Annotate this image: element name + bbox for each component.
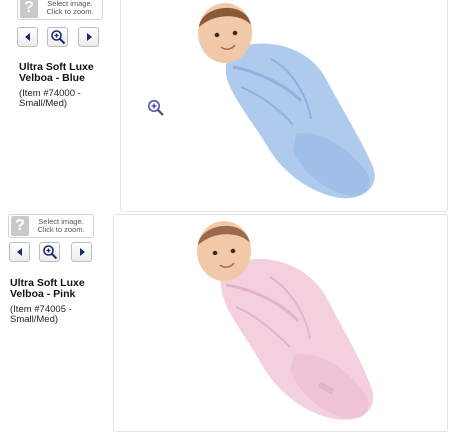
product-photo-blue[interactable] — [120, 0, 448, 212]
zoom-overlay-icon[interactable] — [147, 99, 165, 117]
zoom-button[interactable] — [47, 27, 68, 47]
product-item-number: (Item #74005 - Small/Med) — [10, 304, 72, 325]
hint-line-2: Click to zoom. — [46, 7, 94, 16]
magnifier-plus-icon — [50, 30, 65, 45]
prev-image-button[interactable] — [9, 242, 30, 262]
zoom-button[interactable] — [39, 242, 60, 262]
select-image-hint[interactable]: ? Select image. Click to zoom. — [17, 0, 103, 20]
product-item-number: (Item #74000 - Small/Med) — [19, 88, 81, 109]
next-image-button[interactable] — [78, 27, 99, 47]
product-photo-pink[interactable] — [113, 214, 448, 432]
arrow-right-icon — [79, 248, 85, 256]
question-mark-icon: ? — [20, 0, 38, 18]
arrow-left-icon — [24, 33, 30, 41]
product-title: Ultra Soft Luxe Velboa - Blue — [19, 61, 94, 84]
prev-image-button[interactable] — [17, 27, 38, 47]
product-blue: ? Select image. Click to zoom. Ultra Sof… — [0, 0, 450, 214]
next-image-button[interactable] — [71, 242, 92, 262]
arrow-left-icon — [16, 248, 22, 256]
magnifier-plus-icon — [42, 245, 57, 260]
baby-swaddle-image — [197, 221, 374, 420]
hint-line-2: Click to zoom. — [37, 225, 85, 234]
question-mark-icon: ? — [11, 216, 29, 236]
arrow-right-icon — [86, 33, 92, 41]
select-image-hint[interactable]: ? Select image. Click to zoom. — [8, 214, 94, 238]
product-pink: ? Select image. Click to zoom. Ultra Sof… — [0, 214, 450, 432]
baby-swaddle-image — [198, 3, 375, 199]
product-title: Ultra Soft Luxe Velboa - Pink — [10, 277, 85, 300]
